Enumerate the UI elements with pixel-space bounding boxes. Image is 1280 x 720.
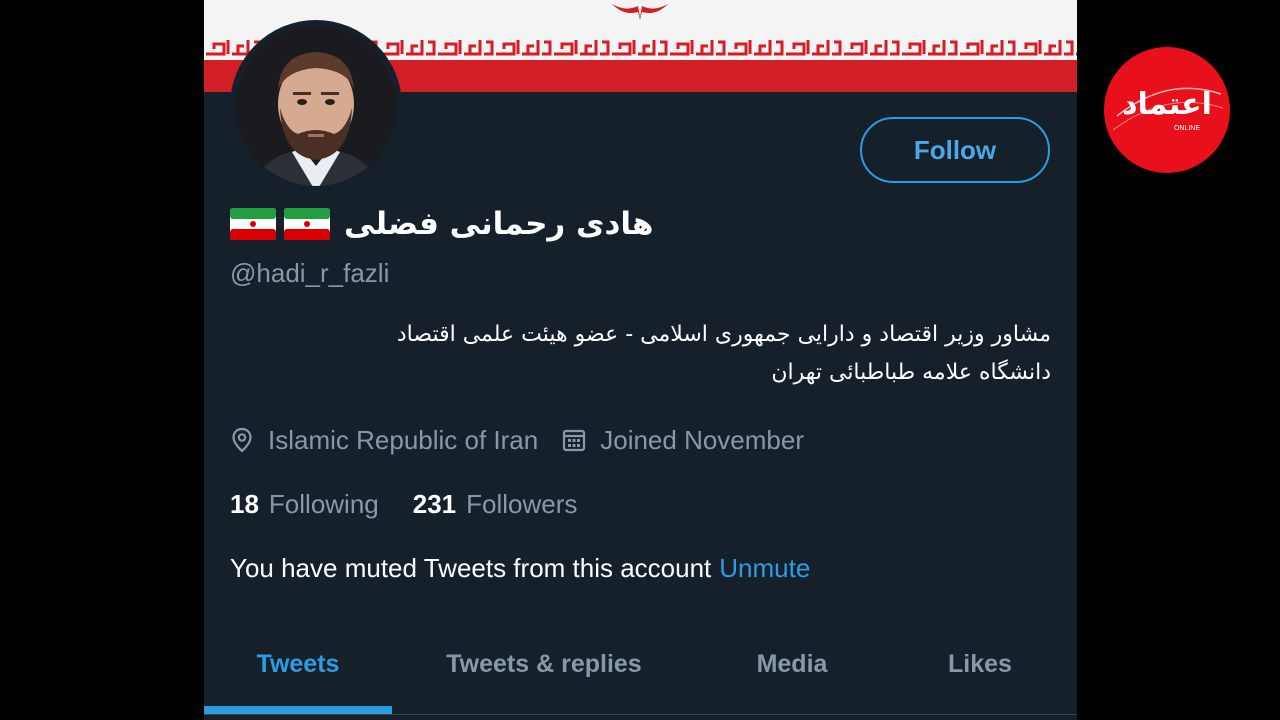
iran-flag-icon [230,208,276,240]
logo-subtext: ONLINE [1174,125,1200,132]
location-text: Islamic Republic of Iran [268,424,539,455]
profile-bio: مشاور وزیر اقتصاد و دارایی جمهوری اسلامی… [271,316,1051,392]
banner-emblem-icon [612,4,668,20]
profile-joined: Joined November [562,425,804,456]
bio-line: مشاور وزیر اقتصاد و دارایی جمهوری اسلامی… [396,322,1051,347]
muted-notice-text: You have muted Tweets from this account [230,552,712,583]
bio-line: دانشگاه علامه طباطبائی تهران [771,360,1051,385]
follow-button[interactable]: Follow [860,117,1050,183]
active-tab-indicator [204,706,392,714]
profile-name-row: هادی رحمانی فضلی [230,198,654,250]
calendar-icon [562,427,586,453]
tab-likes[interactable]: Likes [916,644,1044,684]
video-frame: Follow هادی رحمانی فضلی @hadi_r_fazli مش… [0,0,1280,720]
following-label[interactable]: Following [269,489,379,520]
iran-flag-icon [284,208,330,240]
following-count[interactable]: 18 [230,489,259,520]
followers-label[interactable]: Followers [466,489,577,520]
tabs-divider [204,714,1077,715]
avatar-portrait [232,22,400,190]
profile-stats: 18 Following 231 Followers [230,484,577,524]
tab-media[interactable]: Media [724,644,860,684]
profile-avatar[interactable] [230,20,402,192]
profile-display-name: هادی رحمانی فضلی [344,206,654,242]
followers-count[interactable]: 231 [413,489,456,520]
unmute-link[interactable]: Unmute [719,553,810,584]
joined-text: Joined November [600,424,805,455]
tab-tweets-replies[interactable]: Tweets & replies [414,644,674,684]
etemad-online-logo-icon: اعتماد ONLINE [1104,47,1230,173]
profile-meta: Islamic Republic of Iran Joined November [230,420,804,460]
profile-handle: @hadi_r_fazli [230,258,390,288]
muted-notice: You have muted Tweets from this account … [230,548,810,588]
logo-text: اعتماد [1122,87,1212,122]
tab-tweets[interactable]: Tweets [204,644,392,684]
twitter-profile-screen: Follow هادی رحمانی فضلی @hadi_r_fazli مش… [204,0,1077,720]
profile-tabs: Tweets Tweets & replies Media Likes [204,630,1077,720]
location-pin-icon [230,427,254,453]
profile-location: Islamic Republic of Iran [230,425,538,456]
